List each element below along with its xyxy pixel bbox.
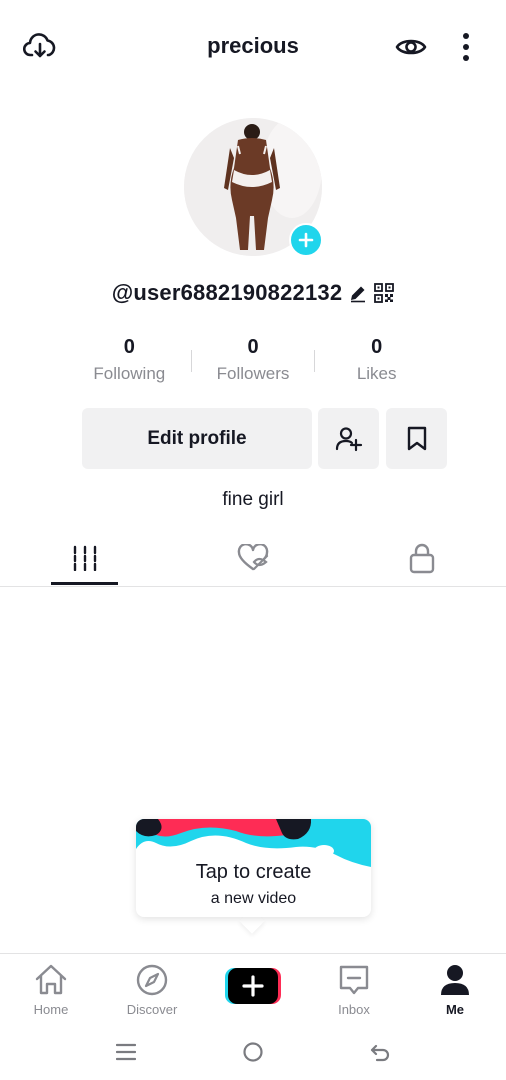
- content-tabs: [0, 530, 506, 587]
- stat-following[interactable]: 0 Following: [68, 336, 191, 392]
- profile-stats: 0 Following 0 Followers 0 Likes: [68, 336, 438, 392]
- home-icon: [35, 964, 67, 995]
- add-user-icon: [335, 426, 362, 451]
- followers-count: 0: [247, 336, 259, 358]
- recent-apps-icon[interactable]: [112, 1039, 140, 1065]
- nav-home-label: Home: [33, 1002, 69, 1017]
- profile-icon: [441, 965, 469, 995]
- stat-likes[interactable]: 0 Likes: [315, 336, 438, 392]
- eye-icon[interactable]: [394, 32, 428, 62]
- followers-label: Followers: [216, 364, 290, 383]
- tab-videos[interactable]: [51, 530, 118, 586]
- home-circle-icon[interactable]: [239, 1038, 267, 1066]
- page-title: precious: [207, 33, 299, 58]
- create-video-button[interactable]: [225, 968, 281, 1004]
- compass-icon: [136, 964, 168, 996]
- plus-icon: [298, 232, 314, 248]
- nav-inbox[interactable]: Inbox: [304, 954, 404, 1024]
- nav-me-label: Me: [445, 1002, 465, 1017]
- likes-label: Likes: [356, 364, 397, 383]
- liked-heart-icon: [237, 544, 268, 571]
- profile-bio: fine girl: [222, 489, 284, 510]
- nav-discover-label: Discover: [126, 1002, 178, 1017]
- tooltip-subtitle: a new video: [210, 890, 297, 907]
- likes-count: 0: [371, 336, 383, 358]
- create-plus-icon: [225, 968, 281, 1004]
- tab-private[interactable]: [388, 530, 455, 586]
- stat-followers[interactable]: 0 Followers: [192, 336, 315, 392]
- favorites-button[interactable]: [386, 408, 447, 469]
- following-count: 0: [123, 336, 135, 358]
- create-tooltip[interactable]: Tap to create a new video: [136, 819, 371, 917]
- edit-pencil-icon[interactable]: [348, 283, 368, 303]
- add-friends-button[interactable]: [318, 408, 379, 469]
- grid-icon: [73, 545, 96, 571]
- username: @user6882190822132: [111, 280, 343, 305]
- nav-me[interactable]: Me: [405, 954, 505, 1024]
- more-vertical-icon[interactable]: [455, 30, 477, 64]
- nav-discover[interactable]: Discover: [102, 954, 202, 1024]
- back-icon[interactable]: [366, 1038, 394, 1066]
- lock-icon: [409, 543, 434, 574]
- tab-active-indicator: [51, 582, 118, 585]
- top-bar: precious: [0, 0, 506, 92]
- tooltip-title: Tap to create: [195, 861, 312, 883]
- nav-inbox-label: Inbox: [338, 1002, 370, 1017]
- add-photo-button[interactable]: [289, 223, 323, 257]
- nav-home[interactable]: Home: [1, 954, 101, 1024]
- username-row: @user6882190822132: [0, 280, 506, 306]
- edit-profile-button[interactable]: Edit profile: [82, 408, 312, 469]
- following-label: Following: [93, 364, 166, 383]
- bookmark-icon: [407, 426, 426, 450]
- inbox-icon: [339, 965, 369, 995]
- system-nav-bar: [0, 1023, 506, 1080]
- qr-code-icon[interactable]: [374, 283, 395, 303]
- tab-liked[interactable]: [220, 530, 287, 586]
